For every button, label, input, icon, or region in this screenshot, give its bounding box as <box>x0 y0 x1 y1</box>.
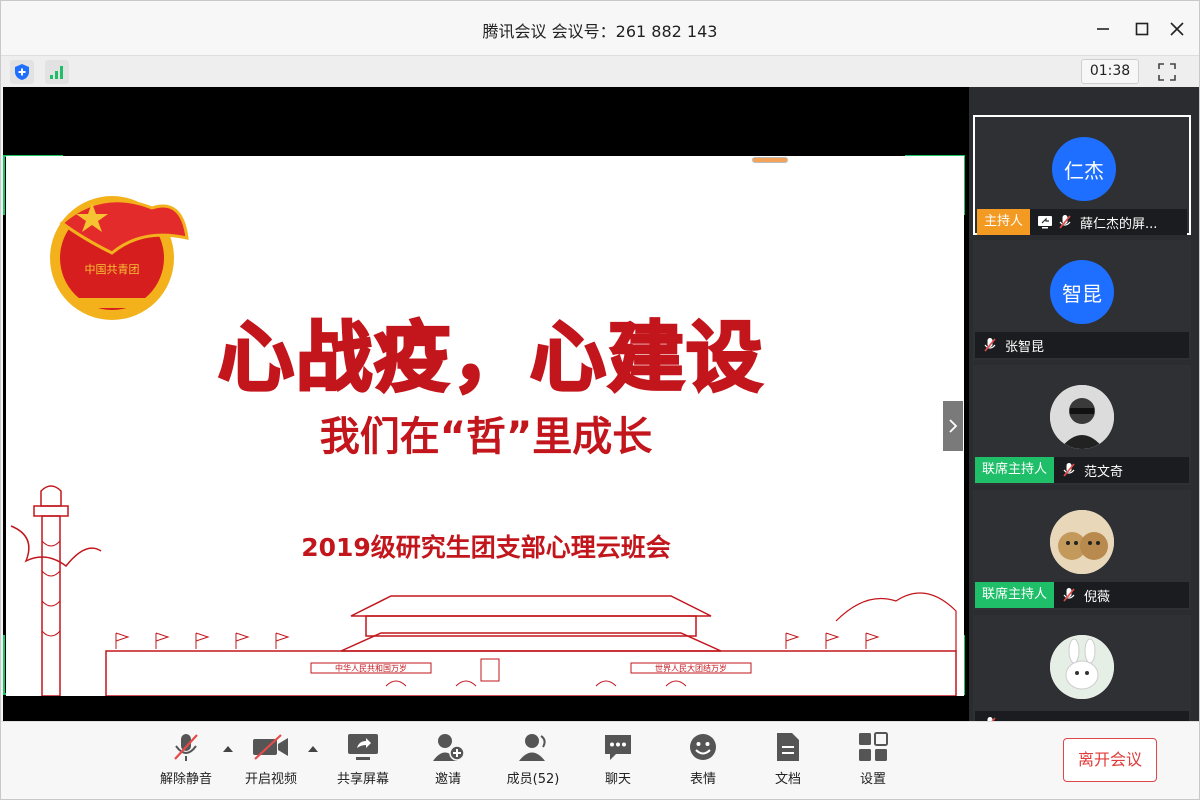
svg-text:中国共青团: 中国共青团 <box>85 263 140 276</box>
start-video-button[interactable]: 开启视频 <box>236 732 306 792</box>
unmute-button[interactable]: 解除静音 <box>151 732 221 792</box>
maximize-button[interactable] <box>1128 15 1156 43</box>
share-screen-icon <box>348 734 378 760</box>
chat-button[interactable]: 聊天 <box>583 732 653 792</box>
screen-share-icon <box>1036 213 1054 231</box>
members-label: 成员(52) <box>506 772 560 787</box>
slide-event-name: 2019级研究生团支部心理云班会 <box>301 533 671 562</box>
avatar-photo-bunny <box>1050 635 1114 699</box>
avatar-photo-cartoon <box>1050 385 1114 449</box>
host-badge: 主持人 <box>977 209 1031 235</box>
video-options-caret[interactable] <box>306 744 320 754</box>
mic-muted-icon <box>174 734 198 761</box>
start-video-label: 开启视频 <box>244 772 297 787</box>
audio-options-caret[interactable] <box>221 744 235 754</box>
mic-muted-icon <box>981 336 999 354</box>
documents-label: 文档 <box>774 772 801 787</box>
participant-namebar: 主持人 薛仁杰的屏... <box>977 209 1187 235</box>
caret-up-icon <box>308 746 318 752</box>
participant-namebar <box>975 711 1189 721</box>
participant-namebar: 联席主持人 倪薇 <box>975 582 1189 608</box>
avatar: 仁杰 <box>1052 137 1116 201</box>
share-screen-label: 共享屏幕 <box>336 772 389 787</box>
share-screen-button[interactable]: 共享屏幕 <box>328 732 398 792</box>
tiananmen-illustration <box>105 592 957 696</box>
window-title: 腾讯会议 会议号：261 882 143 <box>482 22 718 41</box>
slide-subtitle: 我们在“哲”里成长 <box>319 414 653 460</box>
avatar <box>1050 635 1114 699</box>
fullscreen-icon <box>1158 63 1176 81</box>
meeting-timer: 01:38 <box>1081 59 1139 84</box>
close-icon <box>1170 22 1184 36</box>
participant-namebar: 联席主持人 范文奇 <box>975 457 1189 483</box>
participant-name: 张智昆 <box>1005 339 1045 355</box>
slide-title: 心战疫，心建设 <box>217 312 764 404</box>
participant-name: 范文奇 <box>1084 464 1124 480</box>
participant-name: 倪薇 <box>1084 589 1111 605</box>
shared-screen-stage: 中国共青团 心战疫，心建设 我们在“哲”里成长 2019级研究生团支部心理云班会 <box>3 87 969 721</box>
participant-tile[interactable]: 联席主持人 范文奇 <box>973 365 1191 485</box>
slide-progress-indicator <box>752 157 788 163</box>
chat-bubble-icon <box>605 735 631 760</box>
settings-button[interactable]: 设置 <box>838 732 908 792</box>
slide-banner-left: 中华人民共和国万岁 <box>335 664 407 673</box>
grid-settings-icon <box>859 732 888 761</box>
leave-meeting-button[interactable]: 离开会议 <box>1063 738 1157 782</box>
mic-muted-icon <box>1060 586 1078 604</box>
meeting-window: 腾讯会议 会议号：261 882 143 01:38 中国共青团 心战疫，心建设… <box>0 0 1200 800</box>
avatar <box>1050 385 1114 449</box>
document-icon <box>777 733 799 761</box>
signal-icon[interactable] <box>45 60 69 84</box>
participant-tile[interactable]: 联席主持人 倪薇 <box>973 490 1191 610</box>
participant-tile[interactable]: 仁杰 主持人 薛仁杰的屏... <box>973 115 1191 235</box>
members-icon <box>519 734 546 761</box>
shield-icon[interactable] <box>10 60 34 84</box>
caret-up-icon <box>223 746 233 752</box>
meeting-toolbar: 解除静音 开启视频 共享屏幕 邀请 成员(52) 聊天 表情 文档 设置 离开会… <box>1 721 1199 799</box>
avatar <box>1050 510 1114 574</box>
reactions-label: 表情 <box>689 772 716 787</box>
chevron-right-icon <box>949 419 958 433</box>
mic-muted-icon <box>1056 213 1074 231</box>
participant-name: 薛仁杰的屏... <box>1080 216 1158 232</box>
cohost-badge: 联席主持人 <box>975 457 1055 483</box>
presentation-slide: 中国共青团 心战疫，心建设 我们在“哲”里成长 2019级研究生团支部心理云班会 <box>6 156 964 696</box>
collapse-panel-button[interactable] <box>943 401 963 451</box>
reactions-button[interactable]: 表情 <box>668 732 738 792</box>
chat-label: 聊天 <box>604 772 631 787</box>
participant-tile[interactable] <box>973 615 1191 721</box>
unmute-label: 解除静音 <box>159 772 212 787</box>
mic-muted-icon <box>1060 461 1078 479</box>
meeting-info-bar: 01:38 <box>1 55 1199 87</box>
slide-banner-right: 世界人民大团结万岁 <box>655 664 727 673</box>
avatar-photo-cats <box>1050 510 1114 574</box>
avatar: 智昆 <box>1050 260 1114 324</box>
members-button[interactable]: 成员(52) <box>498 732 568 792</box>
title-bar: 腾讯会议 会议号：261 882 143 <box>1 1 1199 55</box>
close-button[interactable] <box>1163 15 1191 43</box>
maximize-icon <box>1135 22 1149 36</box>
settings-label: 设置 <box>859 772 886 787</box>
invite-user-icon <box>433 734 465 761</box>
invite-label: 邀请 <box>434 772 461 787</box>
cohost-badge: 联席主持人 <box>975 582 1055 608</box>
participant-panel: 仁杰 主持人 薛仁杰的屏... 智昆 张智昆 联席主持人 范文奇 联席主持人 倪… <box>969 87 1199 721</box>
minimize-icon <box>1097 28 1109 30</box>
participant-tile[interactable]: 智昆 张智昆 <box>973 240 1191 360</box>
participant-namebar: 张智昆 <box>975 332 1189 358</box>
minimize-button[interactable] <box>1089 15 1117 43</box>
youth-league-emblem: 中国共青团 <box>50 196 189 320</box>
video-off-icon <box>253 734 288 760</box>
fullscreen-button[interactable] <box>1155 60 1179 84</box>
huabiao-column-illustration <box>10 485 102 696</box>
invite-button[interactable]: 邀请 <box>413 732 483 792</box>
documents-button[interactable]: 文档 <box>753 732 823 792</box>
emoji-icon <box>690 734 716 760</box>
